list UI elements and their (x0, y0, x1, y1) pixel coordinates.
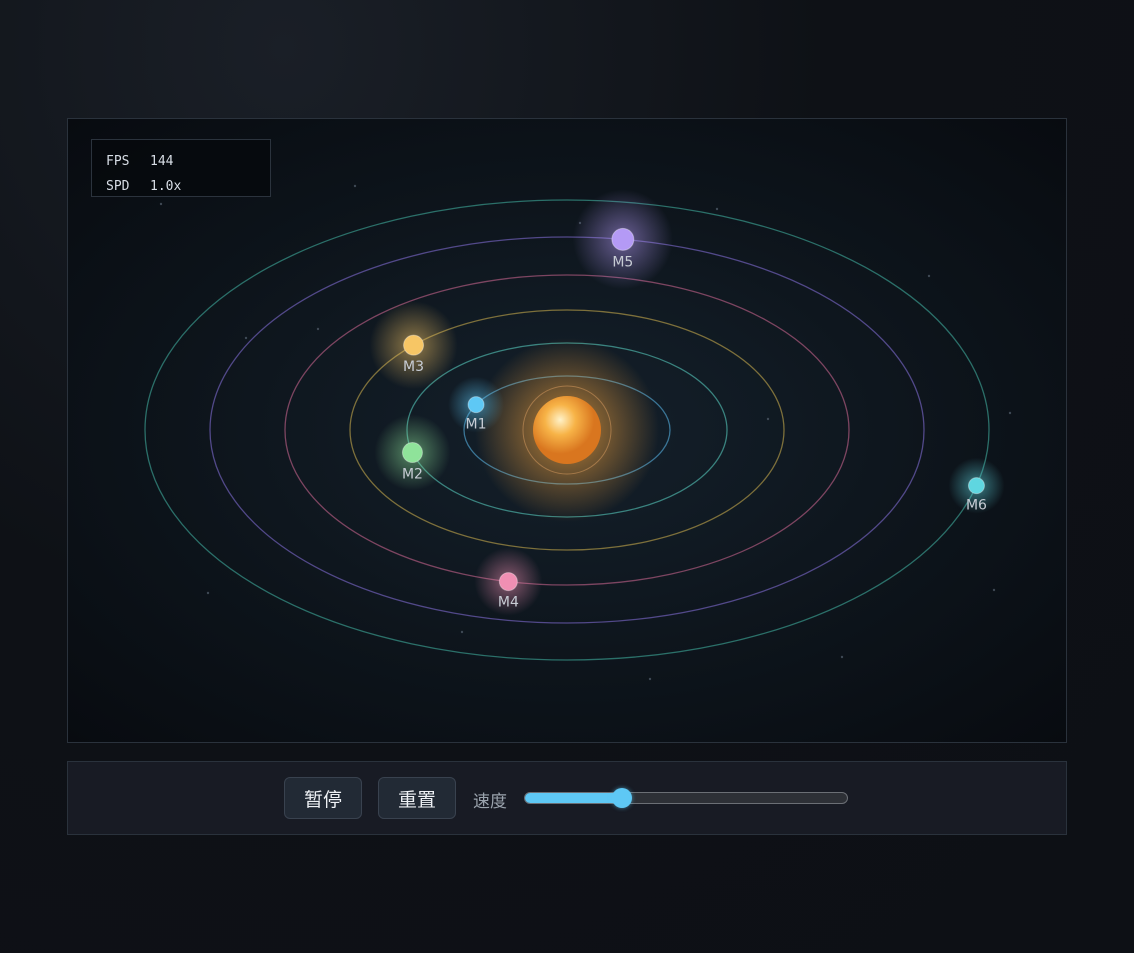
star-8 (992, 588, 996, 592)
fps-value: 144 (150, 154, 174, 169)
speed-slider-thumb[interactable] (611, 788, 632, 808)
planet-body (403, 334, 425, 356)
planet-body (967, 477, 985, 495)
planet-m4: M4 (474, 547, 543, 616)
speed-slider-fill (525, 793, 622, 803)
speed-row: SPD 1.0x (106, 174, 270, 199)
planet-m5: M5 (572, 189, 673, 290)
planet-body (401, 442, 423, 464)
star-7 (206, 591, 210, 595)
star-1 (159, 202, 163, 206)
planet-label: M5 (612, 254, 633, 270)
planet-m2: M2 (374, 414, 451, 491)
speed-slider[interactable] (524, 788, 848, 808)
planet-body (611, 227, 635, 251)
star-13 (766, 417, 770, 421)
planet-label: M3 (403, 359, 424, 375)
control-bar: 暂停 重置 速度 (67, 761, 1067, 835)
star-0 (353, 184, 357, 188)
planet-label: M2 (402, 467, 423, 483)
sun (533, 396, 601, 464)
speed-stat-value: 1.0x (150, 179, 182, 194)
stats-panel: FPS 144 SPD 1.0x (91, 139, 271, 197)
simulation-canvas: M1 M2 M3 M4 M5 M6 FPS 144 SPD 1.0x (67, 118, 1067, 743)
star-12 (316, 327, 320, 331)
fps-row: FPS 144 (106, 149, 270, 174)
star-10 (840, 655, 844, 659)
orbit-scene: M1 M2 M3 M4 M5 M6 (144, 184, 1012, 681)
planet-m6: M6 (948, 457, 1005, 514)
fps-label: FPS (106, 154, 130, 169)
pause-button[interactable]: 暂停 (284, 777, 362, 819)
planet-body (498, 572, 518, 592)
planet-m1: M1 (448, 376, 505, 433)
speed-stat-label: SPD (106, 179, 130, 194)
star-11 (648, 677, 652, 681)
star-5 (244, 336, 248, 340)
planet-m3: M3 (369, 301, 458, 390)
planet-label: M6 (966, 498, 987, 514)
speed-label: 速度 (473, 792, 507, 812)
star-6 (1008, 411, 1012, 415)
star-4 (927, 274, 931, 278)
planet-label: M1 (466, 417, 487, 433)
star-9 (460, 630, 464, 634)
planet-label: M4 (498, 595, 519, 611)
star-3 (715, 207, 719, 211)
planet-body (467, 396, 485, 414)
reset-button[interactable]: 重置 (378, 777, 456, 819)
